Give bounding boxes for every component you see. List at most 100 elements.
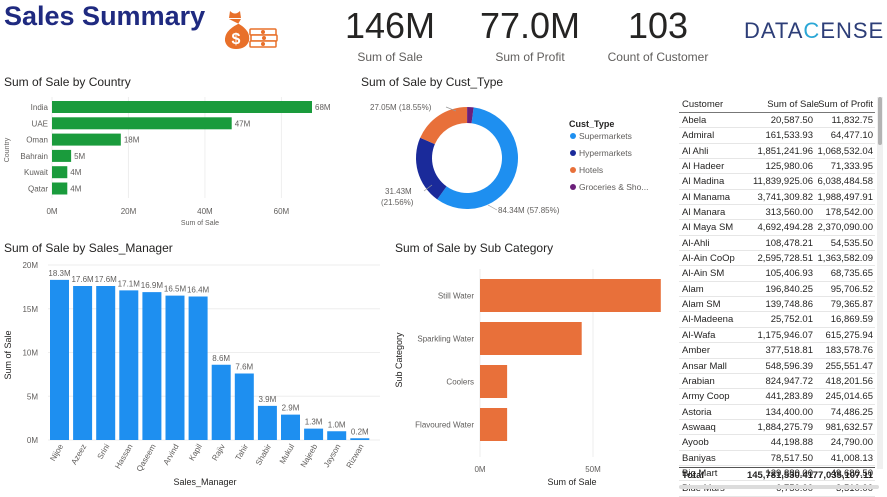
cell-sum-of-profit: 1,363,582.09 bbox=[817, 253, 873, 265]
data-label: 47M bbox=[235, 119, 251, 128]
cell-customer: Al Manama bbox=[682, 191, 731, 203]
table-row[interactable]: Baniyas 78,517.50 41,008.13 bbox=[679, 451, 875, 466]
x-axis-title: Sum of Sale bbox=[547, 477, 596, 487]
bar-sparkling-water bbox=[480, 322, 582, 355]
cell-sum-of-profit: 418,201.56 bbox=[825, 375, 873, 387]
country-bar-chart: 0M 20M 40M 60M India 68M UAE 47M Oman 18M Bahrain 5… bbox=[4, 97, 331, 227]
table-row[interactable]: Alam 196,840.25 95,706.52 bbox=[679, 282, 875, 298]
cell-customer: Aswaaq bbox=[682, 421, 716, 433]
table-row[interactable]: Al Ahli 1,851,241.96 1,068,532.04 bbox=[679, 144, 875, 160]
x-axis-title: Sum of Sale bbox=[181, 220, 219, 227]
table-row[interactable]: Al Manama 3,741,309.82 1,988,497.91 bbox=[679, 190, 875, 206]
cell-customer: Al Madina bbox=[682, 176, 725, 188]
category-label: Flavoured Water bbox=[415, 421, 474, 430]
kpi-sum-of-sale-label: Sum of Sale bbox=[357, 50, 423, 64]
category-label: Sparkling Water bbox=[417, 335, 474, 344]
customer-table: Customer Sum of Sale Sum of Profit Abela… bbox=[679, 95, 879, 497]
data-label: 3.9M bbox=[259, 395, 277, 404]
bar-coolers bbox=[480, 365, 508, 398]
category-label: Still Water bbox=[438, 292, 474, 301]
category-label: Kuwait bbox=[24, 168, 49, 177]
cell-sum-of-profit: 54,535.50 bbox=[830, 237, 873, 249]
y-tick-label: 0M bbox=[27, 436, 38, 445]
y-axis-title: Sub Category bbox=[394, 332, 404, 388]
bar-still-water bbox=[480, 279, 661, 312]
cell-sum-of-profit: 11,832.75 bbox=[831, 115, 873, 126]
table-row[interactable]: Abela 20,587.50 11,832.75 bbox=[679, 113, 875, 129]
cell-sum-of-sale: 105,406.93 bbox=[765, 268, 813, 280]
table-row[interactable]: Al Manara 313,560.00 178,542.00 bbox=[679, 205, 875, 221]
table-row[interactable]: Al-Wafa 1,175,946.07 615,275.94 bbox=[679, 328, 875, 344]
page-title: Sales Summary bbox=[4, 1, 206, 31]
cell-sum-of-sale: 1,851,241.96 bbox=[757, 145, 813, 157]
table-row[interactable]: Army Coop 441,283.89 245,014.65 bbox=[679, 389, 875, 405]
bar-jayson bbox=[327, 431, 347, 440]
header-sum-of-sale[interactable]: Sum of Sale bbox=[767, 99, 819, 110]
horizontal-scrollbar[interactable] bbox=[679, 485, 879, 489]
category-label: Azeez bbox=[69, 443, 88, 467]
cell-customer: Army Coop bbox=[682, 391, 730, 403]
data-label: 17.6M bbox=[71, 275, 94, 284]
category-label: Najeeb bbox=[299, 442, 320, 469]
cell-customer: Al-Madeena bbox=[682, 314, 734, 326]
cell-sum-of-sale: 1,175,946.07 bbox=[757, 329, 813, 341]
y-tick-label: 15M bbox=[22, 305, 38, 314]
data-label: 16.4M bbox=[187, 286, 210, 295]
cell-sum-of-sale: 139,748.86 bbox=[765, 299, 813, 311]
table-row[interactable]: Al-Madeena 25,752.01 16,869.59 bbox=[679, 312, 875, 328]
bar-flavoured-water bbox=[480, 408, 508, 441]
bar-arvind bbox=[165, 295, 185, 440]
cell-sum-of-sale: 11,839,925.06 bbox=[752, 176, 813, 188]
table-row[interactable]: Al Madina 11,839,925.06 6,038,484.58 bbox=[679, 174, 875, 190]
cust-type-donut-chart: 84.34M (57.85%) 31.43M (21.56%) 27.05M (18.… bbox=[370, 103, 648, 215]
table-row[interactable]: Al-Ain CoOp 2,595,728.51 1,363,582.09 bbox=[679, 251, 875, 267]
category-label: Rajiv bbox=[210, 443, 227, 463]
y-axis-title: Country bbox=[4, 137, 11, 162]
table-row[interactable]: Aswaaq 1,884,275.79 981,632.57 bbox=[679, 420, 875, 436]
table-row[interactable]: Al Maya SM 4,692,494.28 2,370,090.00 bbox=[679, 220, 875, 236]
cell-sum-of-profit: 183,578.76 bbox=[825, 345, 873, 357]
legend-title: Cust_Type bbox=[569, 119, 614, 129]
data-label: 68M bbox=[315, 103, 331, 112]
table-row[interactable]: Ayoob 44,198.88 24,790.00 bbox=[679, 435, 875, 451]
vertical-scrollbar-thumb[interactable] bbox=[878, 97, 882, 145]
cell-sum-of-sale: 25,752.01 bbox=[770, 314, 813, 326]
cell-customer: Amber bbox=[682, 345, 710, 357]
x-tick-label: 50M bbox=[585, 465, 601, 474]
legend-item: Hotels bbox=[579, 165, 603, 175]
cell-sum-of-sale: 161,533.93 bbox=[765, 130, 813, 142]
table-row[interactable]: Amber 377,518.81 183,578.76 bbox=[679, 343, 875, 359]
header-customer[interactable]: Customer bbox=[682, 99, 723, 110]
table-total-row: Total 145,781,530.41 77,035,107.11 bbox=[679, 467, 875, 482]
bar-bahrain bbox=[52, 149, 72, 162]
cell-sum-of-profit: 178,542.00 bbox=[825, 207, 873, 219]
legend-item: Supermarkets bbox=[579, 131, 632, 141]
table-row[interactable]: Admiral 161,533.93 64,477.10 bbox=[679, 128, 875, 144]
cell-sum-of-profit: 981,632.57 bbox=[825, 421, 873, 433]
cell-customer: Alam SM bbox=[682, 299, 721, 311]
vertical-scrollbar-track[interactable] bbox=[877, 97, 883, 469]
table-row[interactable]: Al-Ahli 108,478.21 54,535.50 bbox=[679, 236, 875, 252]
table-row[interactable]: Alam SM 139,748.86 79,365.87 bbox=[679, 297, 875, 313]
cell-sum-of-sale: 1,884,275.79 bbox=[757, 421, 813, 433]
table-header: Customer Sum of Sale Sum of Profit bbox=[679, 95, 875, 113]
header-sum-of-profit[interactable]: Sum of Profit bbox=[818, 99, 873, 110]
table-row[interactable]: Astoria 134,400.00 74,486.25 bbox=[679, 405, 875, 420]
cell-customer: Ayoob bbox=[682, 437, 709, 449]
category-label: Srini bbox=[96, 442, 112, 461]
bar-india bbox=[52, 101, 312, 113]
table-row[interactable]: Ansar Mall 548,596.39 255,551.47 bbox=[679, 359, 875, 374]
table-row[interactable]: Al-Ain SM 105,406.93 68,735.65 bbox=[679, 266, 875, 282]
data-label: 7.6M bbox=[235, 363, 253, 372]
y-tick-label: 10M bbox=[22, 349, 38, 358]
x-tick-label: 0M bbox=[46, 207, 57, 216]
table-row[interactable]: Arabian 824,947.72 418,201.56 bbox=[679, 374, 875, 390]
cell-sum-of-sale: 108,478.21 bbox=[765, 237, 813, 249]
total-sum-of-profit: 77,035,107.11 bbox=[812, 470, 873, 481]
legend-marker bbox=[570, 184, 576, 190]
data-label: 17.6M bbox=[95, 275, 118, 284]
legend-marker bbox=[570, 167, 576, 173]
table-row[interactable]: Al Hadeer 125,980.06 71,333.95 bbox=[679, 159, 875, 175]
category-label: Nijoe bbox=[48, 442, 65, 463]
bar-qatar bbox=[52, 182, 68, 195]
